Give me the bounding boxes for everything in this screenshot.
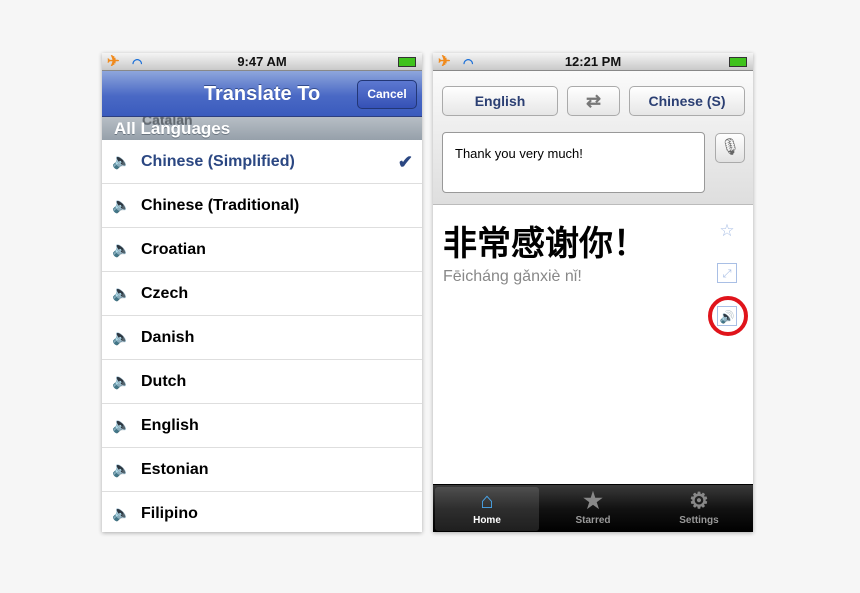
language-name: Filipino	[141, 505, 198, 522]
airplane-icon: ✈	[438, 53, 451, 70]
fullscreen-icon[interactable]: ⤢	[717, 263, 737, 283]
battery-icon	[398, 57, 416, 67]
speaker-icon: 🔈	[112, 461, 131, 478]
airplane-icon: ✈	[107, 53, 120, 70]
star-icon[interactable]: ☆	[717, 221, 737, 241]
nav-bar: Translate To Cancel	[102, 71, 422, 117]
status-bar: ✈ ◠ 12:21 PM	[433, 53, 753, 71]
target-language-button[interactable]: Chinese (S)	[629, 86, 745, 116]
translated-text: 非常感谢你！	[443, 224, 647, 264]
wifi-icon: ◠	[132, 56, 143, 70]
source-language-button[interactable]: English	[442, 86, 558, 116]
language-name: Chinese (Simplified)	[141, 153, 295, 170]
tab-label: Home	[473, 515, 501, 526]
star-icon: ★	[583, 488, 603, 513]
swap-languages-button[interactable]: ⇄	[567, 86, 620, 116]
cancel-button[interactable]: Cancel	[357, 80, 417, 109]
highlight-circle	[708, 296, 748, 336]
translation-input-area: English ⇄ Chinese (S) Thank you very muc…	[433, 71, 753, 205]
language-row[interactable]: 🔈 Filipino	[102, 492, 422, 532]
status-bar: ✈ ◠ 9:47 AM	[102, 53, 422, 71]
microphone-button[interactable]: 🎙	[715, 133, 745, 163]
language-list[interactable]: 🔈 Chinese (Simplified) ✔ 🔈 Chinese (Traditio…	[102, 140, 422, 532]
speaker-icon: 🔈	[112, 197, 131, 214]
checkmark-icon: ✔	[397, 152, 413, 172]
speaker-icon: 🔈	[112, 417, 131, 434]
language-name: Estonian	[141, 461, 209, 478]
wifi-icon: ◠	[463, 56, 474, 70]
status-time: 9:47 AM	[237, 54, 287, 69]
speaker-icon: 🔈	[112, 329, 131, 346]
tab-starred[interactable]: ★ Starred	[541, 487, 645, 531]
language-row[interactable]: 🔈 Estonian	[102, 448, 422, 492]
pinyin-text: Fēicháng gǎnxiè nǐ!	[443, 268, 582, 285]
tab-settings[interactable]: ⚙ Settings	[647, 487, 751, 531]
translation-result: 非常感谢你！ Fēicháng gǎnxiè nǐ! ☆ ⤢ 🔊	[433, 206, 753, 484]
language-name: Croatian	[141, 241, 206, 258]
section-header: Catalan All Languages	[102, 117, 422, 140]
section-header-label: All Languages	[114, 119, 231, 138]
source-text-input[interactable]: Thank you very much!	[442, 132, 705, 193]
language-row[interactable]: 🔈 Chinese (Simplified) ✔	[102, 140, 422, 184]
microphone-icon: 🎙	[719, 139, 741, 156]
language-name: Dutch	[141, 373, 187, 390]
speaker-icon: 🔈	[112, 241, 131, 258]
house-icon: ⌂	[480, 488, 494, 513]
language-name: Chinese (Traditional)	[141, 197, 300, 214]
tab-label: Settings	[679, 515, 719, 526]
language-row[interactable]: 🔈 Dutch	[102, 360, 422, 404]
language-name: English	[141, 417, 199, 434]
language-row[interactable]: 🔈 Chinese (Traditional)	[102, 184, 422, 228]
home-screen: ✈ ◠ 12:21 PM English ⇄ Chinese (S) Thank…	[433, 53, 753, 532]
tab-label: Starred	[575, 515, 611, 526]
tab-home[interactable]: ⌂ Home	[435, 487, 539, 531]
gear-icon: ⚙	[689, 488, 709, 513]
language-row[interactable]: 🔈 English	[102, 404, 422, 448]
tab-bar: ⌂ Home ★ Starred ⚙ Settings	[433, 484, 753, 532]
speaker-icon: 🔈	[112, 153, 131, 170]
speaker-icon: 🔈	[112, 505, 131, 522]
speaker-icon: 🔈	[112, 285, 131, 302]
translate-to-screen: ✈ ◠ 9:47 AM Translate To Cancel Catalan …	[102, 53, 422, 532]
language-row[interactable]: 🔈 Croatian	[102, 228, 422, 272]
language-name: Danish	[141, 329, 195, 346]
language-row[interactable]: 🔈 Czech	[102, 272, 422, 316]
status-time: 12:21 PM	[564, 54, 622, 69]
language-row[interactable]: 🔈 Danish	[102, 316, 422, 360]
battery-charging-icon	[729, 57, 747, 67]
speaker-icon: 🔈	[112, 373, 131, 390]
language-name: Czech	[141, 285, 189, 302]
swap-icon: ⇄	[585, 91, 602, 111]
